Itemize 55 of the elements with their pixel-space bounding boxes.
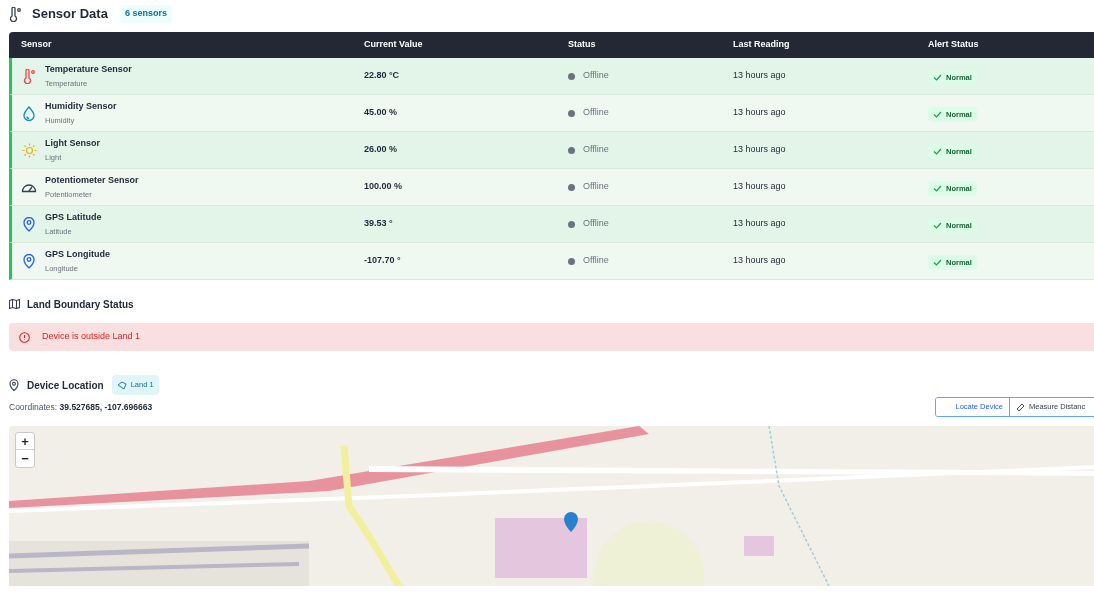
current-value: 39.53 ° (364, 217, 394, 231)
check-icon (933, 74, 942, 81)
current-value: 26.00 % (364, 143, 399, 157)
sensor-name: Humidity Sensor (45, 100, 117, 114)
droplet-icon (22, 105, 36, 121)
ruler-icon (1016, 402, 1025, 412)
status-text: Offline (583, 217, 609, 231)
status-text: Offline (583, 69, 609, 83)
sensor-name: Temperature Sensor (45, 63, 132, 77)
column-header: Status (568, 38, 597, 52)
alert-message: Device is outside Land 1 (42, 330, 141, 344)
map-icon (9, 299, 20, 309)
coordinates-text: Coordinates: 39.527685, -107.696663 (9, 400, 153, 414)
last-reading: 13 hours ago (733, 217, 787, 231)
location-pin-icon (23, 253, 35, 269)
check-icon (933, 111, 942, 118)
thermometer-icon (22, 68, 36, 84)
zoom-in-button[interactable]: + (16, 433, 34, 450)
last-reading: 13 hours ago (733, 180, 787, 194)
sensor-name: Potentiometer Sensor (45, 174, 139, 188)
column-header: Sensor (21, 38, 53, 52)
status-text: Offline (583, 143, 609, 157)
current-value: 100.00 % (364, 180, 404, 194)
sensor-name: Light Sensor (45, 137, 100, 151)
gauge-icon (21, 181, 37, 193)
column-header: Last Reading (733, 38, 791, 52)
check-icon (933, 259, 942, 266)
section-title: Sensor Data (32, 5, 108, 24)
alert-circle-icon (19, 331, 30, 343)
column-header: Alert Status (928, 38, 980, 52)
status-text: Offline (583, 254, 609, 268)
sensor-name: GPS Longitude (45, 248, 110, 262)
location-pin-icon (23, 216, 35, 232)
current-value: -107.70 ° (364, 254, 402, 268)
check-icon (933, 185, 942, 192)
last-reading: 13 hours ago (733, 106, 787, 120)
section-title: Device Location (27, 378, 104, 393)
location-pin-icon (9, 379, 19, 391)
thermometer-icon (9, 6, 22, 22)
check-icon (933, 148, 942, 155)
last-reading: 13 hours ago (733, 69, 787, 83)
status-text: Offline (583, 180, 609, 194)
count-badge: 6 sensors (119, 5, 172, 23)
check-icon (933, 222, 942, 229)
last-reading: 13 hours ago (733, 254, 787, 268)
sensor-name: GPS Latitude (45, 211, 102, 225)
last-reading: 13 hours ago (733, 143, 787, 157)
sun-icon (21, 142, 37, 158)
current-value: 45.00 % (364, 106, 399, 120)
section-title: Land Boundary Status (27, 297, 134, 312)
zoom-out-button[interactable]: − (16, 450, 34, 467)
status-text: Offline (583, 106, 609, 120)
polygon-icon (116, 380, 127, 390)
column-header: Current Value (364, 38, 424, 52)
current-value: 22.80 °C (364, 69, 401, 83)
